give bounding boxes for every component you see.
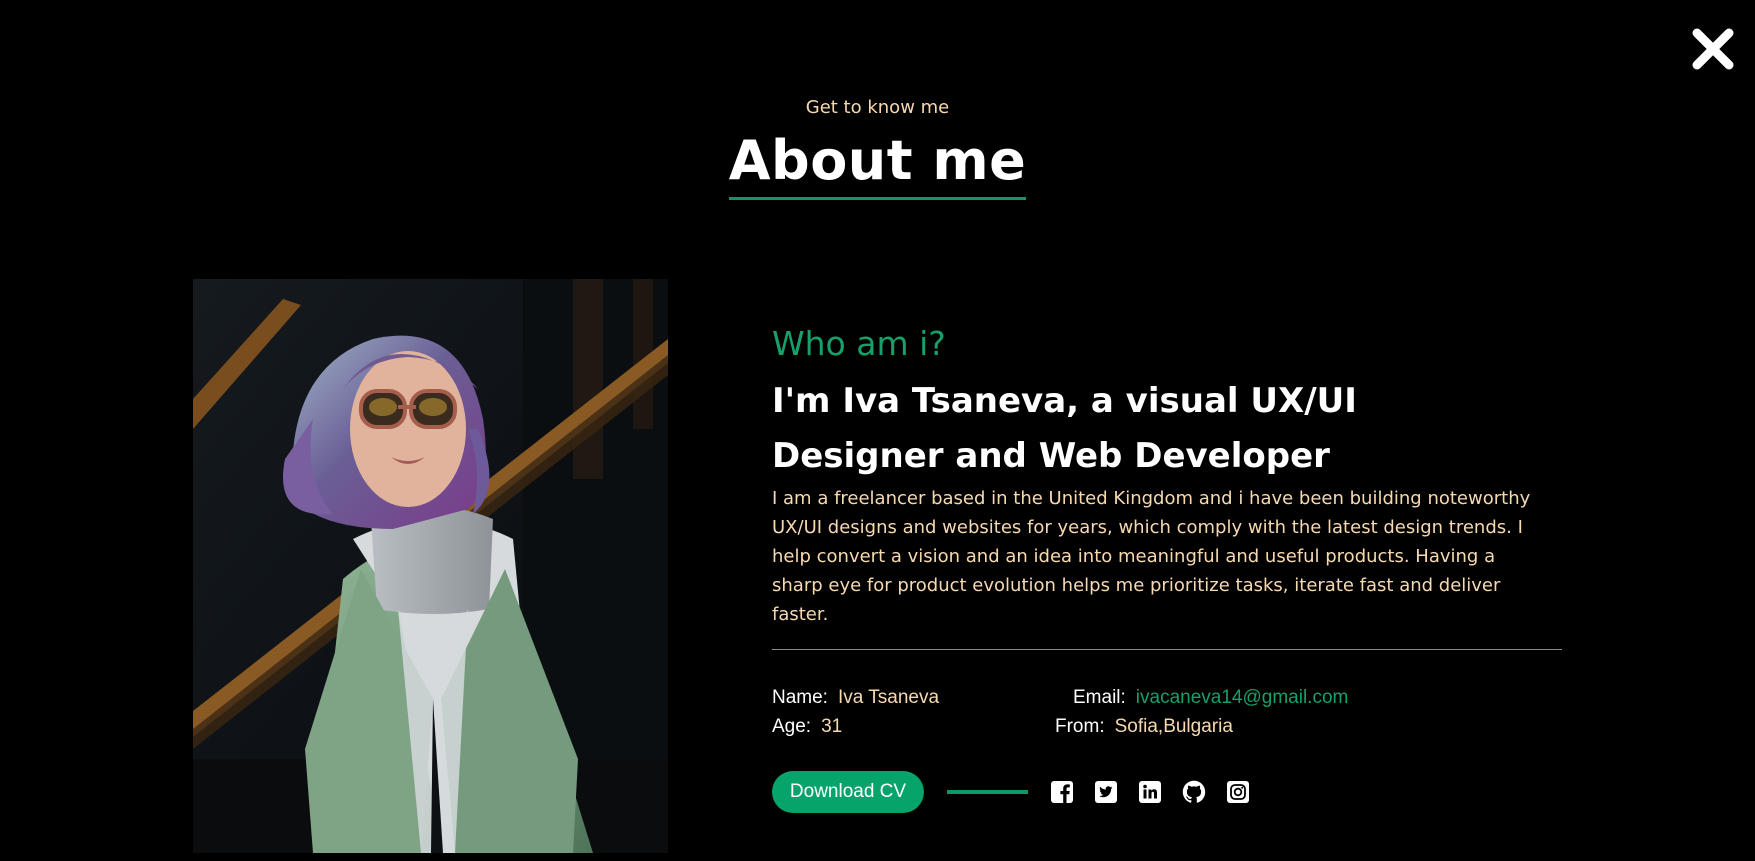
page-title: About me (728, 129, 1027, 192)
about-modal: Get to know me About me Who am i? I'm Iv… (0, 0, 1755, 861)
about-content: Who am i? I'm Iva Tsaneva, a visual UX/U… (772, 322, 1562, 815)
download-cv-button[interactable]: Download CV (772, 771, 924, 813)
intro-headline: I'm Iva Tsaneva, a visual UX/UI Designer… (772, 374, 1562, 484)
linkedin-icon[interactable] (1138, 780, 1162, 804)
personal-info: Name: Iva Tsaneva Email: ivacaneva14@gmail… (772, 687, 1562, 747)
info-name: Name: Iva Tsaneva (772, 687, 939, 709)
age-label: Age: (772, 716, 812, 737)
email-label: Email: (1073, 687, 1126, 708)
twitter-icon[interactable] (1094, 780, 1118, 804)
close-icon[interactable] (1690, 26, 1736, 72)
section-header: Get to know me About me (0, 96, 1755, 200)
bio-line: help convert a vision and an idea into m… (772, 546, 1496, 567)
email-link[interactable]: ivacaneva14@gmail.com (1136, 687, 1349, 708)
profile-photo (193, 279, 668, 853)
info-age: Age: 31 (772, 716, 842, 738)
bio-line: faster. (772, 604, 829, 625)
actions-row: Download CV (772, 771, 1562, 815)
bio-line: sharp eye for product evolution helps me… (772, 575, 1501, 596)
github-icon[interactable] (1182, 780, 1206, 804)
info-email: Email: ivacaneva14@gmail.com (1073, 687, 1348, 709)
title-wrap: About me (728, 126, 1027, 200)
facebook-icon[interactable] (1050, 780, 1074, 804)
name-value: Iva Tsaneva (837, 687, 940, 708)
from-value: Sofia,Bulgaria (1114, 716, 1233, 737)
from-label: From: (1055, 716, 1105, 737)
bio-line: UX/UI designs and websites for years, wh… (772, 517, 1523, 538)
title-underline (728, 197, 1027, 200)
age-value: 31 (821, 716, 843, 737)
section-subtitle: Who am i? (772, 324, 946, 363)
info-from: From: Sofia,Bulgaria (1055, 716, 1233, 738)
bio-paragraph: I am a freelancer based in the United Ki… (772, 484, 1562, 629)
headline-line-2: Designer and Web Developer (772, 436, 1330, 476)
headline-line-1: I'm Iva Tsaneva, a visual UX/UI (772, 381, 1357, 421)
name-label: Name: (772, 687, 828, 708)
section-eyebrow: Get to know me (805, 97, 950, 118)
content-divider (772, 649, 1562, 650)
bio-line: I am a freelancer based in the United Ki… (772, 488, 1531, 509)
instagram-icon[interactable] (1226, 780, 1250, 804)
accent-line (947, 790, 1028, 794)
